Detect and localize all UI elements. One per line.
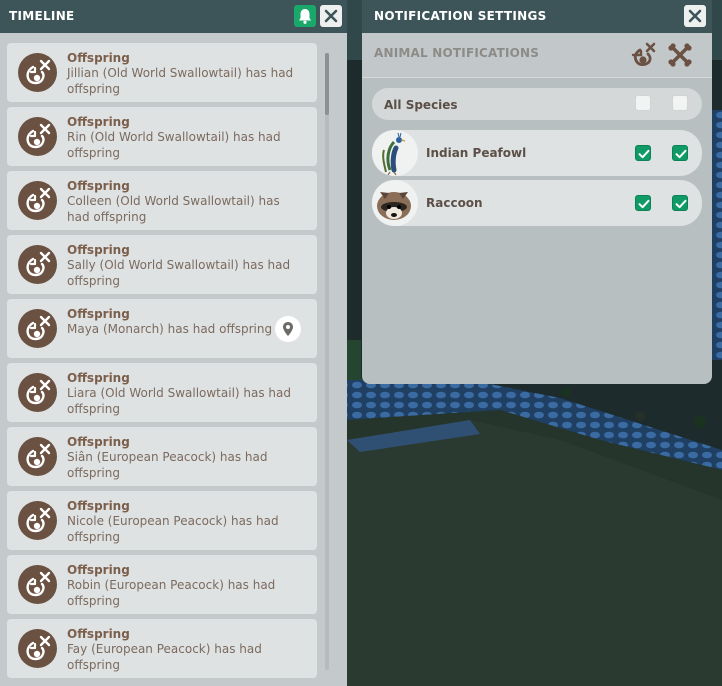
offspring-icon (18, 309, 57, 348)
timeline-entry[interactable]: Offspring Maya (Monarch) has had offspri… (7, 299, 317, 358)
all-species-offspring-checkbox[interactable] (635, 95, 651, 111)
offspring-icon (18, 437, 57, 476)
bones-icon (666, 41, 694, 69)
timeline-entry[interactable]: Offspring Jillian (Old World Swallowtail… (7, 43, 317, 102)
offspring-icon (18, 181, 57, 220)
notification-settings-close-button[interactable] (684, 5, 706, 27)
timeline-entry[interactable]: Offspring Sally (Old World Swallowtail) … (7, 235, 317, 294)
offspring-icon (630, 41, 658, 69)
timeline-entry-title: Offspring (67, 115, 130, 129)
animal-notifications-section: ANIMAL NOTIFICATIONS (362, 33, 712, 78)
timeline-entry-text: Sally (Old World Swallowtail) has had of… (67, 258, 291, 288)
species-row[interactable]: Raccoon (372, 180, 702, 226)
offspring-icon (18, 565, 57, 604)
offspring-icon (18, 117, 57, 156)
timeline-entry[interactable]: Offspring Liara (Old World Swallowtail) … (7, 363, 317, 422)
timeline-entry-text: Maya (Monarch) has had offspring (67, 322, 273, 336)
timeline-entry-title: Offspring (67, 435, 130, 449)
locate-button[interactable] (275, 316, 301, 342)
location-pin-icon (283, 322, 293, 336)
offspring-icon (18, 629, 57, 668)
timeline-entry-text: Rin (Old World Swallowtail) has had offs… (67, 130, 281, 160)
notification-settings-panel: NOTIFICATION SETTINGS ANIMAL NOTIFICATIO… (362, 0, 712, 384)
species-death-checkbox[interactable] (672, 145, 688, 161)
timeline-entry-text: Robin (European Peacock) has had offspri… (67, 578, 276, 608)
all-species-label: All Species (384, 98, 458, 112)
checkmark-icon (638, 199, 650, 209)
timeline-entry-text: Colleen (Old World Swallowtail) has had … (67, 194, 280, 224)
checkmark-icon (638, 149, 650, 159)
all-species-row[interactable]: All Species (372, 88, 702, 120)
timeline-close-button[interactable] (320, 5, 342, 27)
timeline-scrollbar-thumb[interactable] (325, 53, 329, 115)
offspring-icon (18, 53, 57, 92)
timeline-panel: TIMELINE Offspring Jillian (Old World Sw… (0, 0, 347, 686)
timeline-entry-title: Offspring (67, 307, 130, 321)
timeline-entry[interactable]: Offspring Rin (Old World Swallowtail) ha… (7, 107, 317, 166)
timeline-title: TIMELINE (9, 9, 75, 23)
species-name: Raccoon (426, 196, 483, 210)
timeline-entry-title: Offspring (67, 371, 130, 385)
species-row[interactable]: Indian Peafowl (372, 130, 702, 176)
species-death-checkbox[interactable] (672, 195, 688, 211)
peafowl-avatar (372, 130, 418, 176)
timeline-entry-title: Offspring (67, 179, 130, 193)
close-icon (688, 9, 702, 23)
offspring-icon (18, 501, 57, 540)
timeline-entry-title: Offspring (67, 499, 130, 513)
timeline-entry-title: Offspring (67, 627, 130, 641)
notification-bell-button[interactable] (294, 5, 316, 27)
timeline-entry[interactable]: Offspring Colleen (Old World Swallowtail… (7, 171, 317, 230)
offspring-icon (18, 373, 57, 412)
notification-settings-title: NOTIFICATION SETTINGS (374, 9, 547, 23)
timeline-entry[interactable]: Offspring Robin (European Peacock) has h… (7, 555, 317, 614)
raccoon-avatar (372, 180, 418, 226)
timeline-entry[interactable]: Offspring Nicole (European Peacock) has … (7, 491, 317, 550)
timeline-scrollbar[interactable] (325, 53, 329, 670)
timeline-entry-text: Siân (European Peacock) has had offsprin… (67, 450, 268, 480)
animal-notifications-label: ANIMAL NOTIFICATIONS (374, 46, 540, 60)
timeline-entry-text: Jillian (Old World Swallowtail) has had … (67, 66, 294, 96)
timeline-entry-title: Offspring (67, 563, 130, 577)
species-offspring-checkbox[interactable] (635, 145, 651, 161)
bell-icon (299, 9, 311, 24)
species-name: Indian Peafowl (426, 146, 527, 160)
timeline-entry-text: Fay (European Peacock) has had offspring (67, 642, 262, 672)
checkmark-icon (675, 149, 687, 159)
timeline-entry-title: Offspring (67, 243, 130, 257)
species-offspring-checkbox[interactable] (635, 195, 651, 211)
timeline-entry-text: Nicole (European Peacock) has had offspr… (67, 514, 279, 544)
timeline-entry-title: Offspring (67, 51, 130, 65)
timeline-entry[interactable]: Offspring Fay (European Peacock) has had… (7, 619, 317, 678)
timeline-entry-text: Liara (Old World Swallowtail) has had of… (67, 386, 292, 416)
close-icon (324, 9, 338, 23)
timeline-entry[interactable]: Offspring Siân (European Peacock) has ha… (7, 427, 317, 486)
notification-settings-header: NOTIFICATION SETTINGS (362, 0, 712, 33)
timeline-header: TIMELINE (0, 0, 347, 33)
offspring-icon (18, 245, 57, 284)
all-species-death-checkbox[interactable] (672, 95, 688, 111)
checkmark-icon (675, 199, 687, 209)
